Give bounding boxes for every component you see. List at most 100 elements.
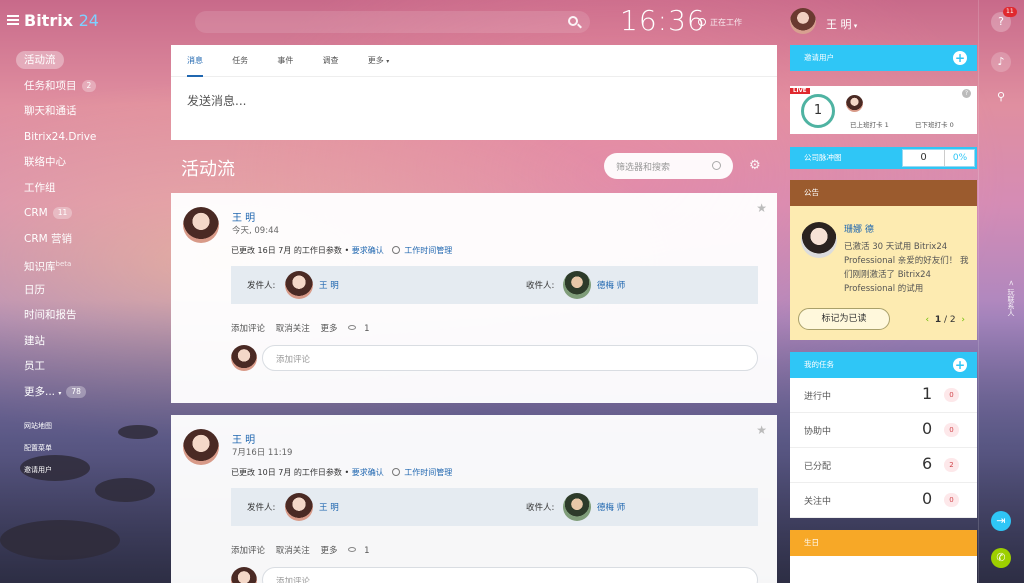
task-row[interactable]: 协助中 0 0: [790, 413, 977, 448]
nav-item-sites[interactable]: 建站: [0, 329, 170, 355]
worktime-link[interactable]: 工作时间管理: [404, 246, 452, 255]
nav-item-more[interactable]: 更多... ▾ 78: [0, 380, 170, 406]
search-icon[interactable]: [568, 16, 578, 26]
task-row[interactable]: 进行中 1 0: [790, 378, 977, 413]
receiver-name[interactable]: 德梅 师: [597, 279, 625, 291]
nav-link-sitemap[interactable]: 网站地图: [0, 415, 170, 437]
live-avatar[interactable]: [846, 95, 863, 112]
background-rock: [0, 520, 120, 560]
phone-icon[interactable]: ✆: [991, 548, 1011, 568]
menu-icon[interactable]: [7, 15, 19, 25]
gear-icon[interactable]: ⚙: [749, 159, 761, 172]
require-confirm-link[interactable]: 要求确认: [352, 246, 384, 255]
author-avatar[interactable]: [183, 207, 219, 243]
clock[interactable]: 16:36: [620, 4, 706, 37]
post-time: 7月16日 11:19: [232, 448, 293, 458]
clock-icon: [392, 468, 401, 476]
contacts-toggle[interactable]: < 玩联系人: [986, 280, 1016, 316]
user-avatar[interactable]: [790, 8, 816, 34]
announcement-text: 已激活 30 天试用 Bitrix24 Professional 亲爱的好友们！…: [844, 242, 969, 294]
views-count: 1: [348, 546, 377, 556]
nav-link-invite-users[interactable]: 邀请用户: [0, 459, 170, 481]
live-count[interactable]: 1: [801, 94, 835, 128]
next-icon[interactable]: ›: [961, 315, 965, 325]
more-link[interactable]: 更多: [320, 546, 337, 556]
post-text: 已更改 16日 7月 的工作日参数 • 要求确认 工作时间管理: [231, 246, 453, 255]
nav-item-drive[interactable]: Bitrix24.Drive: [0, 125, 170, 151]
nav-item-employees[interactable]: 员工: [0, 354, 170, 380]
add-comment-link[interactable]: 添加评论: [231, 324, 265, 334]
sender-name[interactable]: 王 明: [319, 279, 339, 291]
unfollow-link[interactable]: 取消关注: [276, 324, 310, 334]
receiver-name[interactable]: 德梅 师: [597, 501, 625, 513]
nav-item-activity-stream[interactable]: 活动流: [0, 48, 170, 74]
announcement-title: 公告: [790, 180, 977, 206]
worktime-link[interactable]: 工作时间管理: [404, 468, 452, 477]
mark-as-read-button[interactable]: 标记为已读: [798, 308, 890, 330]
add-comment-link[interactable]: 添加评论: [231, 546, 265, 556]
sender-name[interactable]: 王 明: [319, 501, 339, 513]
prev-icon[interactable]: ‹: [926, 315, 930, 325]
post-text: 已更改 10日 7月 的工作日参数 • 要求确认 工作时间管理: [231, 468, 453, 477]
nav-item-workgroups[interactable]: 工作组: [0, 176, 170, 202]
message-input[interactable]: 发送消息...: [171, 77, 777, 124]
post-author[interactable]: 王 明: [232, 209, 255, 224]
tab-event[interactable]: 事件: [277, 45, 293, 77]
bell-icon[interactable]: ♪: [991, 52, 1011, 72]
checked-out-stat: 已下班打卡 0: [915, 121, 954, 129]
nav-item-crm-marketing[interactable]: CRM 营销: [0, 227, 170, 253]
left-nav: 活动流 任务和项目 2 聊天和通话 Bitrix24.Drive 联络中心 工作组…: [0, 48, 170, 481]
plus-icon[interactable]: +: [953, 51, 967, 65]
pulse-values: 0 0%: [902, 149, 975, 167]
search-icon[interactable]: [712, 161, 721, 170]
nav-link-configure-menu[interactable]: 配置菜单: [0, 437, 170, 459]
global-search-input[interactable]: [195, 11, 590, 33]
tab-poll[interactable]: 调查: [323, 45, 339, 77]
search-icon[interactable]: ⚲: [991, 87, 1011, 107]
nav-item-calendar[interactable]: 日历: [0, 278, 170, 304]
company-pulse-widget[interactable]: 公司脉冲图 0 0%: [790, 147, 977, 169]
author-avatar[interactable]: [183, 429, 219, 465]
require-confirm-link[interactable]: 要求确认: [352, 468, 384, 477]
nav-item-tasks[interactable]: 任务和项目 2: [0, 74, 170, 100]
comment-input[interactable]: 添加评论: [262, 345, 758, 371]
tab-task[interactable]: 任务: [232, 45, 248, 77]
receiver-avatar[interactable]: [563, 271, 591, 299]
nav-item-knowledge-base[interactable]: 知识库beta: [0, 252, 170, 278]
invite-users-widget[interactable]: 邀请用户 +: [790, 45, 977, 71]
birthday-widget: 生日: [790, 530, 977, 583]
comment-input[interactable]: 添加评论: [262, 567, 758, 583]
unfollow-link[interactable]: 取消关注: [276, 546, 310, 556]
eye-icon: [348, 547, 357, 552]
feed-post: 王 明 7月16日 11:19 ★ 已更改 10日 7月 的工作日参数 • 要求…: [171, 415, 777, 583]
announcement-pager: ‹ 1 / 2 ›: [925, 315, 965, 325]
plus-icon[interactable]: +: [953, 358, 967, 372]
more-link[interactable]: 更多: [320, 324, 337, 334]
post-author[interactable]: 王 明: [232, 431, 255, 446]
task-row[interactable]: 已分配 6 2: [790, 448, 977, 483]
filter-search-input[interactable]: 筛选器和搜索: [604, 153, 733, 179]
tab-message[interactable]: 消息: [187, 45, 203, 77]
sender-avatar[interactable]: [285, 271, 313, 299]
eye-icon: [348, 325, 357, 330]
help-badge: 11: [1003, 7, 1017, 17]
nav-item-chat[interactable]: 聊天和通话: [0, 99, 170, 125]
task-row[interactable]: 关注中 0 0: [790, 483, 977, 518]
nav-item-crm[interactable]: CRM 11: [0, 201, 170, 227]
star-icon[interactable]: ★: [756, 201, 767, 215]
recipients-block: 发件人: 王 明 收件人: 德梅 师: [231, 488, 758, 526]
logo[interactable]: Bitrix 24: [24, 11, 99, 30]
announcement-author[interactable]: 珊娜 德: [844, 222, 874, 235]
star-icon[interactable]: ★: [756, 423, 767, 437]
work-status[interactable]: 正在工作: [698, 17, 742, 28]
clock-icon: [392, 246, 401, 254]
info-icon[interactable]: ?: [962, 89, 971, 98]
tab-more[interactable]: 更多 ▾: [368, 45, 390, 77]
nav-item-time-reports[interactable]: 时间和报告: [0, 303, 170, 329]
exit-icon[interactable]: ⇥: [991, 511, 1011, 531]
user-name-menu[interactable]: 王 明: [826, 16, 857, 32]
receiver-avatar[interactable]: [563, 493, 591, 521]
announcement-avatar[interactable]: [801, 222, 837, 258]
nav-item-contact-center[interactable]: 联络中心: [0, 150, 170, 176]
sender-avatar[interactable]: [285, 493, 313, 521]
